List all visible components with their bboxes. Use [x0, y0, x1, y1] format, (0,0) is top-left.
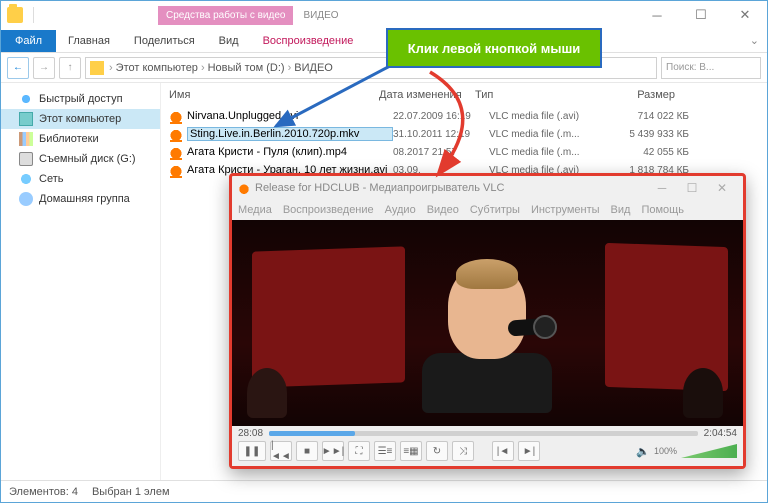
tab-play[interactable]: Воспроизведение [251, 30, 366, 52]
up-button[interactable]: ↑ [59, 57, 81, 79]
nav-item[interactable]: Библиотеки [1, 129, 160, 149]
prev-button[interactable]: |◄◄ [270, 441, 292, 461]
nav-pane: Быстрый доступ Этот компьютер Библиотеки Съ… [1, 83, 161, 480]
nav-item[interactable]: Этот компьютер [1, 109, 160, 129]
back-button[interactable]: ← [7, 57, 29, 79]
contextual-tab: Средства работы с видео [158, 6, 293, 25]
loop-button[interactable]: ↻ [426, 441, 448, 461]
nav-item[interactable]: Сеть [1, 169, 160, 189]
maximize-button[interactable]: ☐ [679, 1, 723, 29]
nav-label: Быстрый доступ [39, 93, 123, 105]
vlc-menu-item[interactable]: Медиа [238, 204, 272, 216]
vlc-menu-item[interactable]: Инструменты [531, 204, 600, 216]
annotation-arrow [380, 68, 540, 188]
status-bar: Элементов: 4 Выбран 1 элем [1, 480, 767, 502]
vlc-controls: 28:08 2:04:54 ❚❚ |◄◄ ■ ►►| ⛶ ☰≡ ≡▦ ↻ ⤨ |… [232, 426, 743, 466]
vlc-minimize-button[interactable]: ─ [647, 177, 677, 199]
file-tab[interactable]: Файл [1, 30, 56, 52]
volume-slider[interactable] [681, 444, 737, 458]
ribbon-expand-icon[interactable]: ⌄ [750, 34, 759, 47]
fullscreen-button[interactable]: ⛶ [348, 441, 370, 461]
vlc-file-icon [169, 163, 183, 177]
shuffle-button[interactable]: ⤨ [452, 441, 474, 461]
net-icon [19, 172, 33, 186]
skip-fwd-button[interactable]: ►| [518, 441, 540, 461]
vlc-menu-bar: Медиа Воспроизведение Аудио Видео Субтитры Ин… [232, 200, 743, 220]
stop-button[interactable]: ■ [296, 441, 318, 461]
skip-back-button[interactable]: |◄ [492, 441, 514, 461]
nav-item[interactable]: Быстрый доступ [1, 89, 160, 109]
ribbon: Файл Главная Поделиться Вид Воспроизведе… [1, 29, 767, 53]
vlc-close-button[interactable]: ✕ [707, 177, 737, 199]
vlc-icon [238, 182, 250, 194]
home-icon [19, 192, 33, 206]
window-buttons: ─ ☐ ✕ [635, 1, 767, 29]
close-button[interactable]: ✕ [723, 1, 767, 29]
minimize-button[interactable]: ─ [635, 1, 679, 29]
seek-slider[interactable] [269, 431, 698, 436]
vlc-menu-item[interactable]: Аудио [385, 204, 416, 216]
nav-item[interactable]: Съемный диск (G:) [1, 149, 160, 169]
vlc-menu-item[interactable]: Субтитры [470, 204, 520, 216]
vlc-file-icon [169, 109, 183, 123]
vlc-menu-item[interactable]: Воспроизведение [283, 204, 374, 216]
nav-item[interactable]: Домашняя группа [1, 189, 160, 209]
pause-button[interactable]: ❚❚ [238, 441, 266, 461]
star-icon [19, 92, 33, 106]
vlc-file-icon [169, 145, 183, 159]
elapsed-time: 28:08 [238, 428, 263, 439]
nav-label: Библиотеки [39, 133, 99, 145]
folder-icon [90, 61, 104, 75]
vlc-menu-item[interactable]: Вид [611, 204, 631, 216]
tab-share[interactable]: Поделиться [122, 30, 207, 52]
file-name: Агата Кристи - Пуля (клип).mp4 [187, 146, 393, 158]
nav-label: Домашняя группа [39, 193, 130, 205]
col-size[interactable]: Размер [591, 89, 675, 101]
crumb-pc[interactable]: Этот компьютер [116, 62, 198, 74]
separator [33, 7, 34, 23]
lib-icon [19, 132, 33, 146]
file-size: 42 055 КБ [605, 147, 689, 158]
total-time: 2:04:54 [704, 428, 737, 439]
vlc-player-window: Release for HDCLUB - Медиапроигрыватель … [229, 173, 746, 469]
folder-icon [7, 7, 23, 23]
tab-home[interactable]: Главная [56, 30, 122, 52]
next-button[interactable]: ►►| [322, 441, 344, 461]
ext-settings-button[interactable]: ☰≡ [374, 441, 396, 461]
vlc-menu-item[interactable]: Видео [427, 204, 459, 216]
search-input[interactable]: Поиск: В... [661, 57, 761, 79]
file-size: 5 439 933 КБ [605, 129, 689, 140]
title-bar: Средства работы с видео ВИДЕО ─ ☐ ✕ [1, 1, 767, 29]
speaker-icon[interactable]: 🔈 [636, 445, 650, 458]
pc-icon [19, 112, 33, 126]
video-area[interactable] [232, 220, 743, 426]
vlc-menu-item[interactable]: Помощь [641, 204, 684, 216]
item-count: Элементов: 4 [9, 486, 78, 498]
tab-view[interactable]: Вид [207, 30, 251, 52]
file-size: 714 022 КБ [605, 111, 689, 122]
window-title: ВИДЕО [303, 10, 338, 21]
volume-label: 100% [654, 446, 677, 456]
nav-label: Этот компьютер [39, 113, 121, 125]
callout-tooltip: Клик левой кнопкой мыши [386, 28, 602, 68]
playlist-button[interactable]: ≡▦ [400, 441, 422, 461]
nav-label: Съемный диск (G:) [39, 153, 136, 165]
selection-count: Выбран 1 элем [92, 486, 170, 498]
drive-icon [19, 152, 33, 166]
vlc-maximize-button[interactable]: ☐ [677, 177, 707, 199]
vlc-file-icon [169, 127, 183, 141]
forward-button[interactable]: → [33, 57, 55, 79]
nav-label: Сеть [39, 173, 63, 185]
